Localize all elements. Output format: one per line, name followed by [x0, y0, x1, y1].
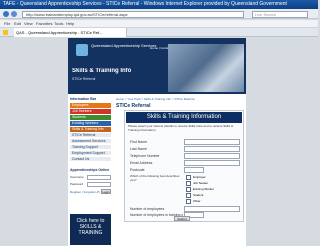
login-button[interactable]: Login	[101, 189, 111, 194]
menu-favorites[interactable]: Favorites	[36, 20, 52, 28]
window-title: TAFE - Queensland Apprenticeship Service…	[0, 0, 318, 9]
sidebar-item-existing-workers[interactable]: Existing Workers	[70, 121, 111, 126]
email-label: Email Address	[130, 161, 153, 165]
hero-photo	[168, 44, 244, 92]
username-input[interactable]	[87, 175, 111, 180]
password-input[interactable]	[87, 182, 111, 187]
favorites-star-icon[interactable]	[3, 30, 8, 35]
sidebar-item-skills-training[interactable]: Skills & Training Info	[70, 127, 111, 132]
other-label: Other	[193, 199, 201, 203]
sidebar-item-assessment[interactable]: Assessment Services	[70, 139, 111, 144]
interest-question: Which of the following best describes yo…	[130, 174, 180, 182]
login-title: Apprenticeships Online	[70, 168, 110, 172]
hero-subtitle: STICe Referral	[72, 77, 96, 81]
sidebar-item-students[interactable]: Students	[70, 115, 111, 120]
form-title: Skills & Training Information	[126, 112, 242, 123]
last-name-input[interactable]	[184, 146, 240, 152]
breadcrumb[interactable]: Home > Your Path > Skills & Training Inf…	[116, 97, 244, 101]
qas-logo-icon[interactable]	[76, 44, 88, 56]
page-margin	[246, 37, 318, 246]
employer-label: Employer	[193, 175, 206, 179]
existing-worker-label: Existing Worker	[193, 187, 214, 191]
password-label: Password	[70, 182, 84, 186]
other-checkbox[interactable]	[186, 199, 191, 204]
skills-promo-banner[interactable]: Click here to SKILLS & TRAINING	[70, 214, 111, 245]
sidebar-item-employers[interactable]: Employers	[70, 103, 111, 108]
forward-icon[interactable]	[11, 11, 17, 17]
sidebar-item-training-support[interactable]: Training Support	[70, 145, 111, 150]
login-links[interactable]: Register | Forgotten Password	[70, 190, 100, 194]
menu-bar: File Edit View Favorites Tools Help	[0, 20, 318, 28]
search-input[interactable]: Live Search	[252, 11, 308, 18]
address-input[interactable]: http://www.trainandemploy.qld.gov.au/STI…	[22, 11, 244, 18]
sidebar-section-title: Information Bar	[70, 97, 97, 101]
username-label: Username	[70, 175, 84, 179]
menu-view[interactable]: View	[24, 20, 33, 28]
menu-help[interactable]: Help	[66, 20, 74, 28]
back-icon[interactable]	[3, 11, 9, 17]
hero-title: Skills & Training Info	[72, 68, 132, 74]
student-checkbox[interactable]	[186, 193, 191, 198]
menu-tools[interactable]: Tools	[54, 20, 63, 28]
menu-edit[interactable]: Edit	[14, 20, 21, 28]
submit-button[interactable]: Submit	[174, 216, 190, 221]
tab-bar: QAS - Queensland Apprenticeship - STICe …	[0, 28, 318, 37]
menu-file[interactable]: File	[4, 20, 10, 28]
sidebar-item-employment-support[interactable]: Employment Support	[70, 151, 111, 156]
sidebar-item-stice[interactable]: STICe Referral	[70, 133, 111, 138]
page-title: STICe Referral	[116, 103, 151, 109]
student-label: Student	[193, 193, 204, 197]
email-input[interactable]	[184, 160, 240, 166]
form-intro: Please select your interest (details to …	[128, 125, 234, 132]
postcode-input[interactable]	[184, 167, 204, 173]
first-name-input[interactable]	[184, 139, 240, 145]
sidebar-item-contact[interactable]: Contact Us	[70, 157, 111, 162]
telephone-label: Telephone Number	[130, 154, 160, 158]
postcode-label: Postcode	[130, 168, 145, 172]
first-name-label: First Name	[130, 140, 148, 144]
last-name-label: Last Name	[130, 147, 147, 151]
tab-current[interactable]: QAS - Queensland Apprenticeship - STICe …	[14, 28, 127, 37]
employer-checkbox[interactable]	[186, 175, 191, 180]
telephone-input[interactable]	[184, 153, 240, 159]
job-seeker-label: Job Seeker	[193, 181, 209, 185]
sidebar-item-job-seekers[interactable]: Job Seekers	[70, 109, 111, 114]
job-seeker-checkbox[interactable]	[186, 181, 191, 186]
existing-worker-checkbox[interactable]	[186, 187, 191, 192]
